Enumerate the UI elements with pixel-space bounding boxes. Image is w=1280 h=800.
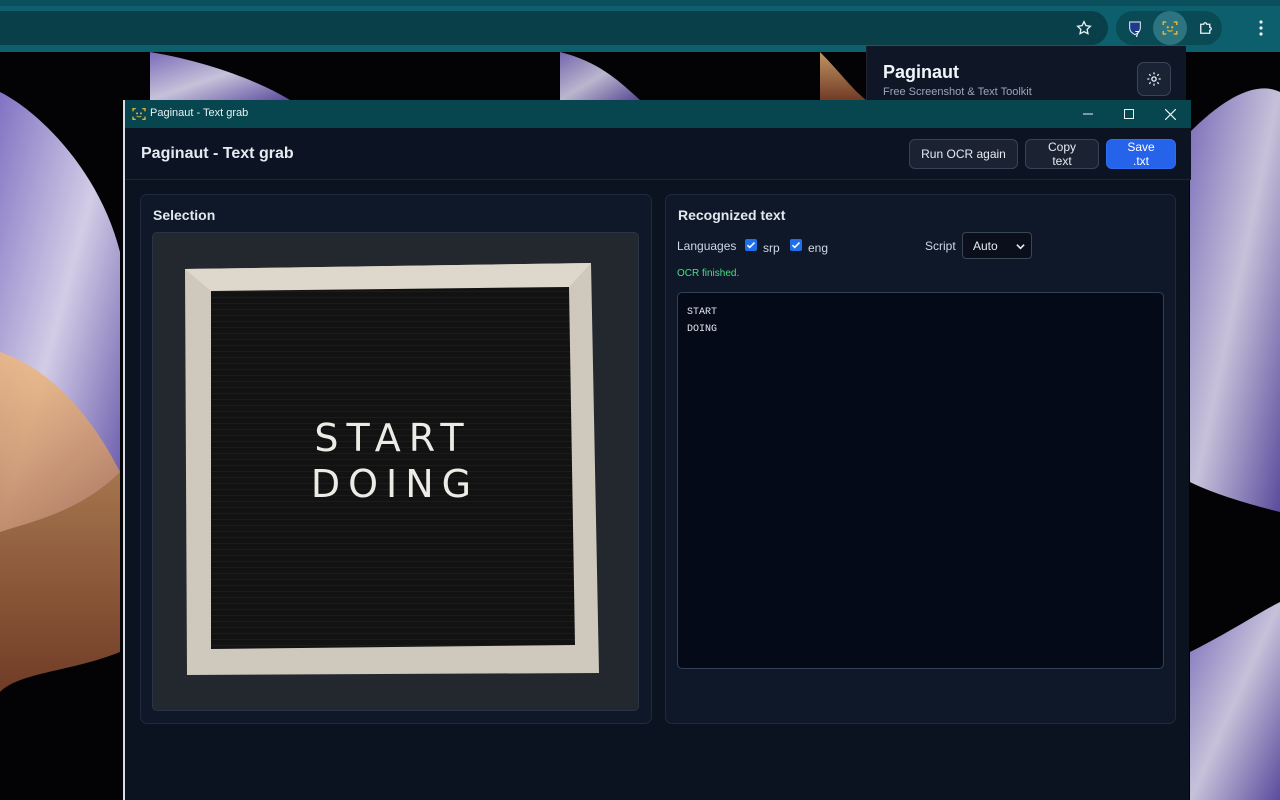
menu-icon[interactable] bbox=[1244, 11, 1278, 45]
window-title: Paginaut - Text grab bbox=[150, 107, 249, 119]
popup-subtitle: Free Screenshot & Text Toolkit bbox=[883, 86, 1032, 98]
letter-board-image: START DOING bbox=[153, 233, 638, 710]
page-title: Paginaut - Text grab bbox=[141, 145, 294, 162]
ocr-status: OCR finished. bbox=[677, 268, 740, 279]
board-text-line1: START bbox=[314, 416, 471, 460]
extension-popup: Paginaut Free Screenshot & Text Toolkit bbox=[866, 46, 1186, 106]
recognized-title: Recognized text bbox=[678, 207, 786, 223]
lang-label-eng: eng bbox=[808, 241, 829, 255]
script-select[interactable]: Auto bbox=[962, 232, 1032, 259]
selection-title: Selection bbox=[153, 207, 216, 223]
script-label: Script bbox=[925, 239, 956, 253]
selection-panel: Selection START DOING bbox=[140, 194, 652, 724]
board-text-line2: DOING bbox=[311, 462, 479, 506]
lang-checkbox-eng[interactable] bbox=[790, 239, 802, 251]
bitwarden-badge: 7 bbox=[1135, 30, 1140, 39]
paginaut-icon bbox=[132, 108, 146, 120]
bookmark-star-icon[interactable] bbox=[1067, 11, 1101, 45]
lang-label-srp: srp bbox=[763, 241, 780, 255]
languages-label: Languages bbox=[677, 239, 737, 253]
save-txt-button[interactable]: Save .txt bbox=[1106, 139, 1176, 169]
popup-title: Paginaut bbox=[883, 62, 960, 82]
selection-image: START DOING bbox=[152, 232, 639, 711]
app-header: Paginaut - Text grab Run OCR again Copy … bbox=[125, 128, 1191, 180]
lang-checkbox-srp[interactable] bbox=[745, 239, 757, 251]
browser-tab-strip bbox=[0, 0, 1280, 6]
run-ocr-button[interactable]: Run OCR again bbox=[909, 139, 1018, 169]
maximize-icon[interactable] bbox=[1108, 100, 1150, 128]
script-select-value: Auto bbox=[973, 238, 998, 253]
bitwarden-icon[interactable] bbox=[1118, 11, 1152, 45]
minimize-icon[interactable] bbox=[1067, 100, 1109, 128]
recognized-text-panel: Recognized text Languages srp eng Script… bbox=[665, 194, 1176, 724]
puzzle-icon[interactable] bbox=[1189, 11, 1223, 45]
text-grab-window: Paginaut - Text grab Paginaut - Text gra… bbox=[123, 100, 1191, 800]
copy-text-button[interactable]: Copy text bbox=[1025, 139, 1099, 169]
paginaut-icon[interactable] bbox=[1153, 11, 1187, 45]
gear-icon[interactable] bbox=[1137, 62, 1171, 96]
chevron-down-icon bbox=[1016, 244, 1025, 250]
address-bar[interactable] bbox=[0, 11, 1108, 45]
ocr-text-output[interactable]: START DOING bbox=[677, 292, 1164, 669]
window-titlebar[interactable]: Paginaut - Text grab bbox=[125, 100, 1191, 128]
close-icon[interactable] bbox=[1149, 100, 1191, 128]
